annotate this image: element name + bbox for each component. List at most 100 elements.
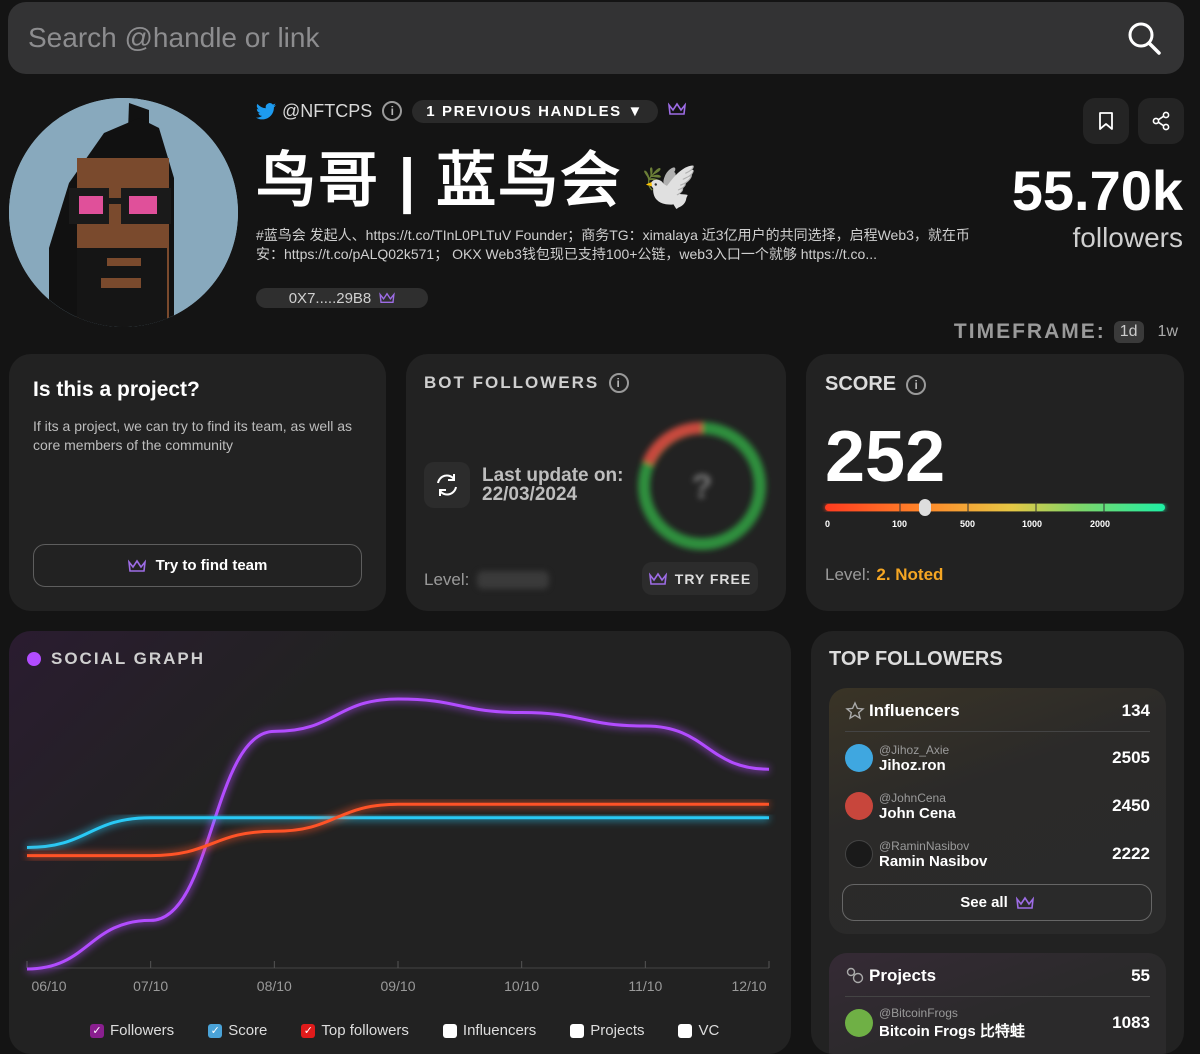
influencers-header: Influencers 134 (845, 701, 1150, 732)
search-icon[interactable] (1124, 18, 1164, 58)
score-marker (919, 499, 931, 516)
follower-row[interactable]: @JohnCena John Cena 2450 (845, 784, 1150, 828)
bookmark-icon (1099, 112, 1113, 130)
x-tick-label: 09/10 (380, 978, 415, 994)
follower-name: John Cena (879, 804, 956, 822)
influencers-label: Influencers (869, 701, 960, 720)
handle-text: @NFTCPS (282, 100, 373, 121)
legend-label: Followers (110, 1022, 175, 1039)
search-bar[interactable] (8, 2, 1184, 74)
share-button[interactable] (1138, 98, 1184, 144)
checkbox-checked-icon: ✓ (301, 1023, 316, 1038)
gauge-mystery-text: ? (692, 468, 713, 506)
checkbox-checked-icon: ✓ (90, 1023, 104, 1038)
legend-influencers[interactable]: Influencers (442, 1022, 537, 1039)
series-line-top-followers (27, 802, 769, 858)
refresh-icon (437, 474, 457, 496)
project-card: Is this a project? If its a project, we … (9, 354, 386, 611)
see-all-label: See all (960, 894, 1008, 911)
checkbox-unchecked-icon (678, 1023, 693, 1038)
bot-level-label: Level: (424, 570, 470, 589)
top-followers-title: TOP FOLLOWERS (829, 648, 1003, 670)
x-tick-label: 12/10 (731, 978, 766, 994)
follower-row[interactable]: @RaminNasibov Ramin Nasibov 2222 (845, 832, 1150, 876)
bot-followers-title: BOT FOLLOWERS (424, 373, 600, 392)
score-title: SCORE (825, 373, 897, 395)
twitter-handle[interactable]: @NFTCPS (256, 101, 372, 122)
timeframe-option-1w[interactable]: 1w (1152, 321, 1184, 343)
legend-score[interactable]: ✓ Score (208, 1022, 267, 1039)
bot-gauge: ? (638, 421, 766, 550)
legend-vc[interactable]: VC (678, 1022, 719, 1039)
dove-emoji: 🕊️ (640, 159, 701, 211)
star-icon (845, 701, 865, 720)
score-tick: 0 (825, 519, 830, 529)
influencers-panel: Influencers 134 @Jihoz_Axie Jihoz.ron 250… (829, 688, 1166, 934)
see-all-button[interactable]: See all (842, 884, 1152, 921)
profile-name-text: 鸟哥 | 蓝鸟会 (256, 147, 623, 214)
score-header: SCORE i (825, 373, 927, 396)
avatar (845, 840, 873, 868)
followers-label: followers (1072, 222, 1183, 253)
score-tick: 2000 (1090, 519, 1110, 529)
crown-icon (379, 292, 396, 303)
bot-level: Level: (424, 570, 550, 590)
influencers-count: 134 (1121, 701, 1150, 720)
profile-bio: #蓝鸟会 发起人、https://t.co/TInL0PLTuV Founder… (256, 227, 970, 262)
last-update: Last update on: 22/03/2024 (482, 466, 623, 504)
info-icon[interactable]: i (382, 101, 403, 121)
wallet-address-text: 0X7.....29B8 (288, 289, 372, 307)
info-icon[interactable]: i (609, 373, 630, 393)
series-glow (26, 814, 769, 851)
x-tick-label: 10/10 (504, 978, 539, 994)
project-card-title: Is this a project? (33, 378, 200, 401)
search-input[interactable] (28, 22, 1124, 54)
wallet-address[interactable]: 0X7.....29B8 (256, 288, 428, 308)
follower-count: 1083 (1112, 1013, 1150, 1032)
try-find-team-label: Try to find team (155, 557, 268, 574)
previous-handles-dropdown[interactable]: 1 PREVIOUS HANDLES ▼ (412, 99, 658, 123)
avatar (845, 792, 873, 820)
score-level: Level: 2. Noted (825, 565, 943, 585)
follower-count: 2222 (1112, 844, 1150, 863)
legend-label: Influencers (462, 1022, 537, 1039)
crown-icon (1015, 895, 1034, 909)
followers-count: 55.70k (1011, 159, 1183, 222)
follower-count: 2505 (1112, 748, 1150, 767)
legend-top-followers[interactable]: ✓ Top followers (301, 1022, 409, 1039)
projects-panel: Projects 55 @BitcoinFrogs Bitcoin Frogs 比… (829, 953, 1166, 1054)
try-free-button[interactable]: TRY FREE (642, 562, 758, 595)
info-icon[interactable]: i (906, 374, 927, 395)
top-followers-card: TOP FOLLOWERS Influencers 134 @Jihoz_Axi… (811, 631, 1184, 1054)
chart-legend: ✓ Followers ✓ Score ✓ Top followers Influen… (90, 1022, 719, 1039)
score-level-label: Level: (825, 565, 871, 584)
x-tick-label: 08/10 (257, 978, 292, 994)
pixel-punk-avatar-image (9, 98, 238, 327)
legend-followers[interactable]: ✓ Followers (90, 1022, 174, 1039)
bookmark-button[interactable] (1083, 98, 1129, 144)
try-find-team-button[interactable]: Try to find team (33, 544, 362, 587)
score-tick: 500 (960, 519, 975, 529)
social-graph-chart[interactable]: 06/10 07/10 08/10 09/10 10/10 11/10 12/10 (9, 631, 791, 1011)
legend-label: Projects (590, 1022, 645, 1039)
score-tick: 1000 (1022, 519, 1042, 529)
timeframe-option-1d[interactable]: 1d (1113, 321, 1144, 343)
bot-level-blurred-value (477, 571, 550, 589)
project-card-description: If its a project, we can try to find its… (33, 418, 353, 453)
follower-row[interactable]: @BitcoinFrogs Bitcoin Frogs 比特蛙 1083 (845, 1001, 1150, 1045)
crown-icon (667, 101, 687, 121)
series-line-followers (26, 697, 770, 971)
refresh-button[interactable] (424, 462, 470, 508)
x-tick-label: 06/10 (31, 978, 66, 994)
series-line-score (26, 816, 769, 849)
legend-label: Score (228, 1022, 268, 1039)
projects-icon (846, 967, 864, 984)
score-bar: 0 100 500 1000 2000 (825, 499, 1165, 529)
score-level-value: 2. Noted (876, 565, 944, 584)
legend-projects[interactable]: Projects (570, 1022, 644, 1039)
series-glow (26, 695, 770, 972)
avatar (845, 744, 873, 772)
follower-handle: @RaminNasibov (879, 838, 970, 853)
follower-row[interactable]: @Jihoz_Axie Jihoz.ron 2505 (845, 736, 1150, 780)
handle-row: @NFTCPS i 1 PREVIOUS HANDLES ▼ (256, 98, 687, 124)
